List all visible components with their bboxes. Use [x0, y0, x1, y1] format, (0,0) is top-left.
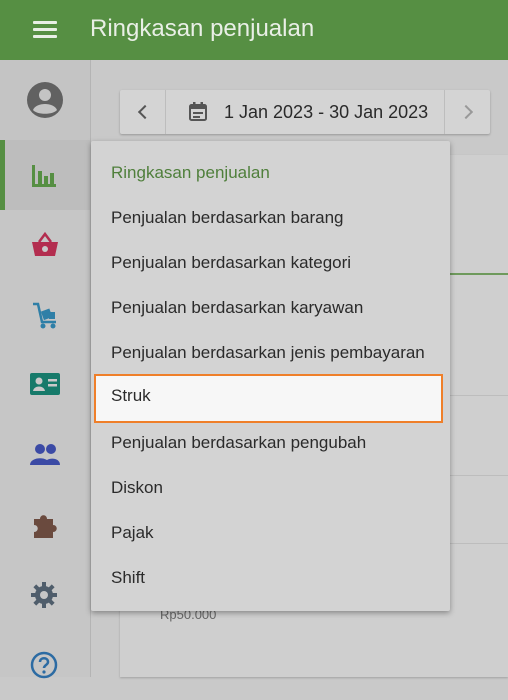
menu-item-shifts[interactable]: Shift — [91, 556, 450, 601]
help-icon — [30, 651, 58, 679]
sidebar-item-customers[interactable] — [0, 350, 90, 420]
menu-item-sales-by-category[interactable]: Penjualan berdasarkan kategori — [91, 241, 450, 286]
account-area — [0, 60, 90, 140]
date-range-label: 1 Jan 2023 - 30 Jan 2023 — [224, 102, 429, 122]
date-range-picker: 1 Jan 2023 - 30 Jan 2023 — [120, 90, 490, 134]
menu-item-taxes[interactable]: Pajak — [91, 511, 450, 556]
sidebar-item-integrations[interactable] — [0, 490, 90, 560]
chevron-right-icon — [458, 104, 474, 120]
bar-chart-icon — [32, 165, 56, 187]
menu-item-sales-by-item[interactable]: Penjualan berdasarkan barang — [91, 196, 450, 241]
sidebar-item-help[interactable] — [0, 630, 90, 700]
menu-item-discounts[interactable]: Diskon — [91, 466, 450, 511]
app-bar: Ringkasan penjualan — [0, 0, 508, 60]
menu-item-sales-by-employee[interactable]: Penjualan berdasarkan karyawan — [91, 286, 450, 331]
sidebar — [0, 60, 91, 679]
sidebar-item-inventory[interactable] — [0, 280, 90, 350]
menu-item-receipts[interactable]: Struk — [94, 374, 443, 423]
next-period-button[interactable] — [444, 90, 490, 134]
page-title: Ringkasan penjualan — [90, 15, 315, 42]
people-icon — [30, 444, 60, 465]
id-card-icon — [30, 373, 60, 395]
cart-icon — [33, 302, 56, 329]
menu-item-sales-summary[interactable]: Ringkasan penjualan — [91, 151, 450, 196]
date-range-button[interactable]: 1 Jan 2023 - 30 Jan 2023 — [166, 90, 443, 134]
sidebar-item-employees[interactable] — [0, 420, 90, 490]
account-avatar-icon[interactable] — [27, 82, 63, 118]
puzzle-icon — [34, 515, 57, 538]
calendar-icon — [189, 102, 207, 121]
sidebar-item-settings[interactable] — [0, 560, 90, 630]
sidebar-item-reports[interactable] — [0, 140, 90, 210]
menu-item-sales-by-payment-type[interactable]: Penjualan berdasarkan jenis pembayaran — [91, 331, 450, 376]
sidebar-item-items[interactable] — [0, 210, 90, 280]
chevron-left-icon — [137, 104, 153, 120]
hamburger-menu-icon[interactable] — [30, 17, 60, 43]
report-type-menu: Ringkasan penjualan Penjualan berdasarka… — [91, 141, 450, 611]
gear-icon — [31, 582, 57, 608]
menu-item-sales-by-modifier[interactable]: Penjualan berdasarkan pengubah — [91, 421, 450, 466]
previous-period-button[interactable] — [120, 90, 166, 134]
basket-icon — [32, 231, 58, 256]
